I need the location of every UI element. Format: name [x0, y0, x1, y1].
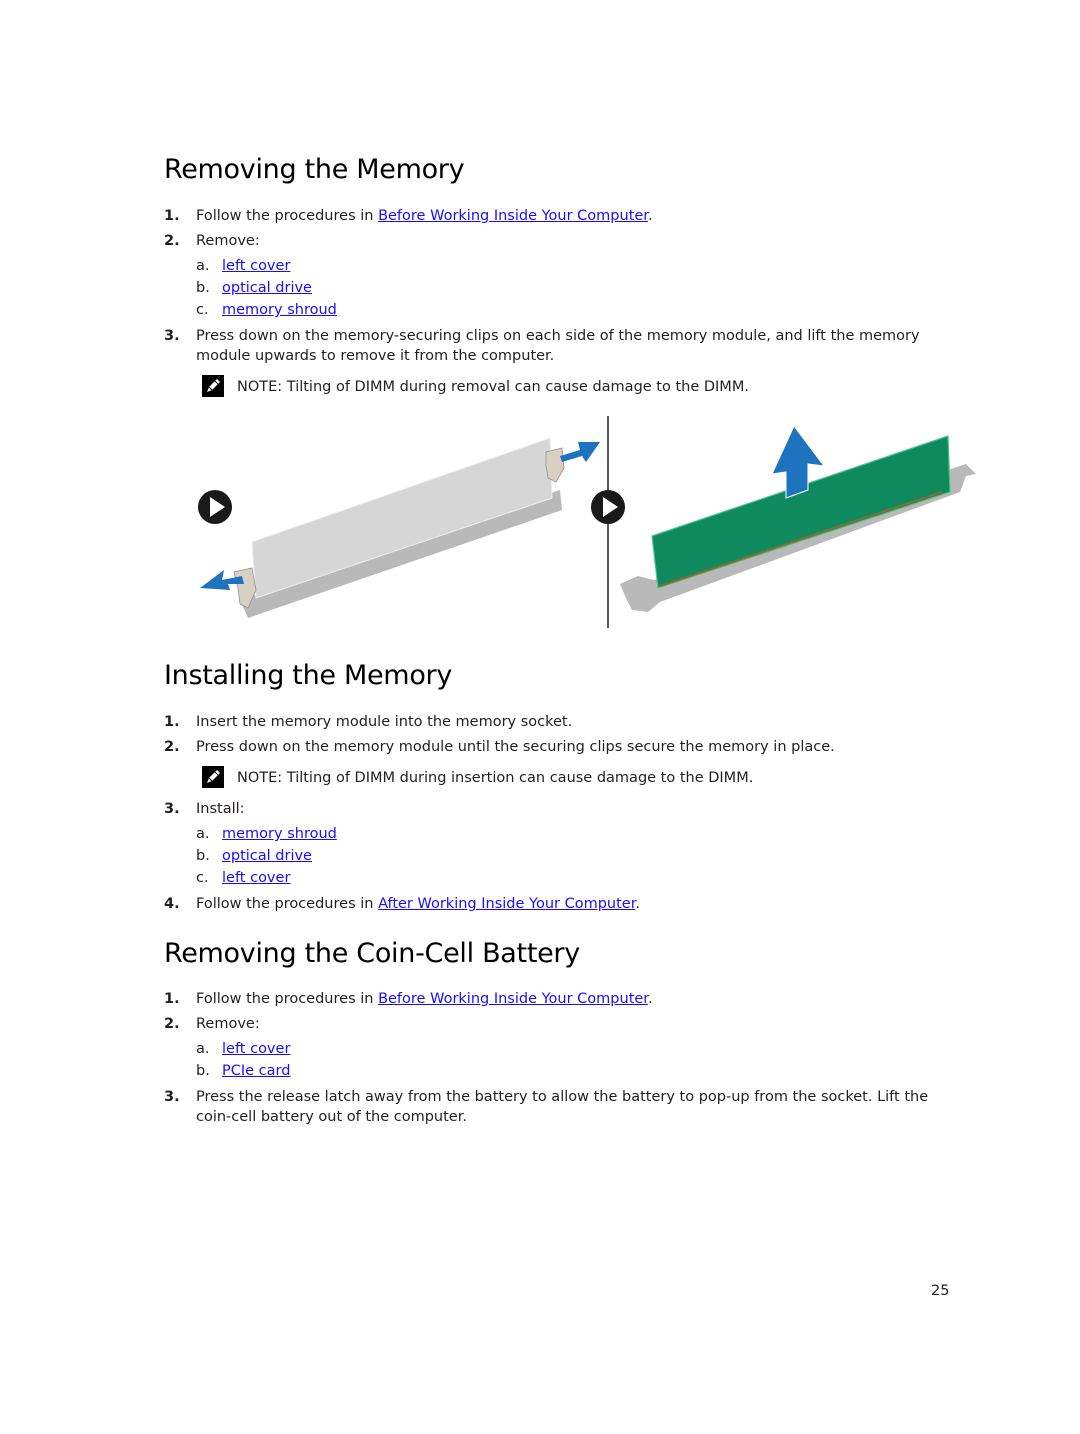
step-text-after: .: [647, 208, 653, 224]
left-panel: [198, 437, 600, 618]
sub-item: b. PCIe card: [196, 1061, 290, 1081]
note-text: NOTE: Tilting of DIMM during insertion c…: [237, 768, 753, 788]
step-text: Press down on the memory module until th…: [196, 739, 835, 755]
note-text: NOTE: Tilting of DIMM during removal can…: [237, 377, 749, 397]
arrow-out-icon: [560, 442, 600, 462]
manual-page: Removing the Memory 1. Follow the proced…: [0, 0, 1080, 1434]
step-number: 2.: [164, 1016, 180, 1032]
sub-item: c. left cover: [196, 868, 290, 888]
sub-letter: a.: [196, 258, 210, 274]
pcie-card-link[interactable]: PCIe card: [222, 1063, 290, 1079]
step-number: 1.: [164, 991, 180, 1007]
pencil-note-icon: [202, 375, 224, 397]
step-text: Follow the procedures in After Working I…: [196, 894, 956, 914]
optical-drive-link[interactable]: optical drive: [222, 848, 312, 864]
sub-item: b. optical drive: [196, 278, 312, 298]
sub-letter: b.: [196, 1063, 210, 1079]
sub-item: a. left cover: [196, 1039, 290, 1059]
left-cover-link[interactable]: left cover: [222, 258, 290, 274]
step-text: Press down on the memory-securing clips …: [196, 328, 920, 364]
sub-letter: b.: [196, 280, 210, 296]
pencil-note-icon: [202, 766, 224, 788]
section-title-removing-coin-cell: Removing the Coin-Cell Battery: [164, 938, 580, 969]
left-cover-link[interactable]: left cover: [222, 1041, 290, 1057]
sub-item: b. optical drive: [196, 846, 312, 866]
sub-letter: a.: [196, 826, 210, 842]
step-text: Remove:: [196, 233, 260, 249]
sub-letter: b.: [196, 848, 210, 864]
step-text: Follow the procedures in Before Working …: [196, 989, 956, 1009]
step-number: 2.: [164, 739, 180, 755]
step-number: 3.: [164, 1089, 180, 1105]
step-number: 2.: [164, 233, 180, 249]
step-text-before: Follow the procedures in: [196, 208, 379, 224]
step-text: Follow the procedures in Before Working …: [196, 206, 956, 226]
memory-shroud-link[interactable]: memory shroud: [222, 826, 337, 842]
step-number: 4.: [164, 896, 180, 912]
step-number: 1.: [164, 714, 180, 730]
page-number: 25: [931, 1283, 950, 1299]
step-number: 3.: [164, 801, 180, 817]
step-number: 1.: [164, 208, 180, 224]
after-working-link[interactable]: After Working Inside Your Computer: [378, 896, 635, 912]
sub-letter: c.: [196, 870, 209, 886]
sub-item: a. left cover: [196, 256, 290, 276]
sub-item: a. memory shroud: [196, 824, 337, 844]
clip-right: [545, 447, 565, 483]
note-label: NOTE:: [237, 770, 283, 786]
optical-drive-link[interactable]: optical drive: [222, 280, 312, 296]
before-working-link[interactable]: Before Working Inside Your Computer: [378, 208, 648, 224]
step-number: 3.: [164, 328, 180, 344]
right-panel: [620, 425, 976, 612]
sub-letter: c.: [196, 302, 209, 318]
sub-item: c. memory shroud: [196, 300, 337, 320]
step-text: Install:: [196, 801, 245, 817]
memory-removal-figure: [198, 416, 976, 628]
before-working-link[interactable]: Before Working Inside Your Computer: [378, 991, 648, 1007]
section-title-installing-memory: Installing the Memory: [164, 660, 453, 691]
note-label: NOTE:: [237, 379, 283, 395]
step-text-after: .: [647, 991, 653, 1007]
step-text: Insert the memory module into the memory…: [196, 714, 573, 730]
step-text: Remove:: [196, 1016, 260, 1032]
left-cover-link[interactable]: left cover: [222, 870, 290, 886]
note-body: Tilting of DIMM during removal can cause…: [282, 379, 749, 395]
section-title-removing-memory: Removing the Memory: [164, 154, 465, 185]
memory-shroud-link[interactable]: memory shroud: [222, 302, 337, 318]
step-text-before: Follow the procedures in: [196, 896, 379, 912]
step-text-before: Follow the procedures in: [196, 991, 379, 1007]
step-text: Press the release latch away from the ba…: [196, 1089, 929, 1125]
step-text-after: .: [635, 896, 640, 912]
sub-letter: a.: [196, 1041, 210, 1057]
note-body: Tilting of DIMM during insertion can cau…: [282, 770, 754, 786]
